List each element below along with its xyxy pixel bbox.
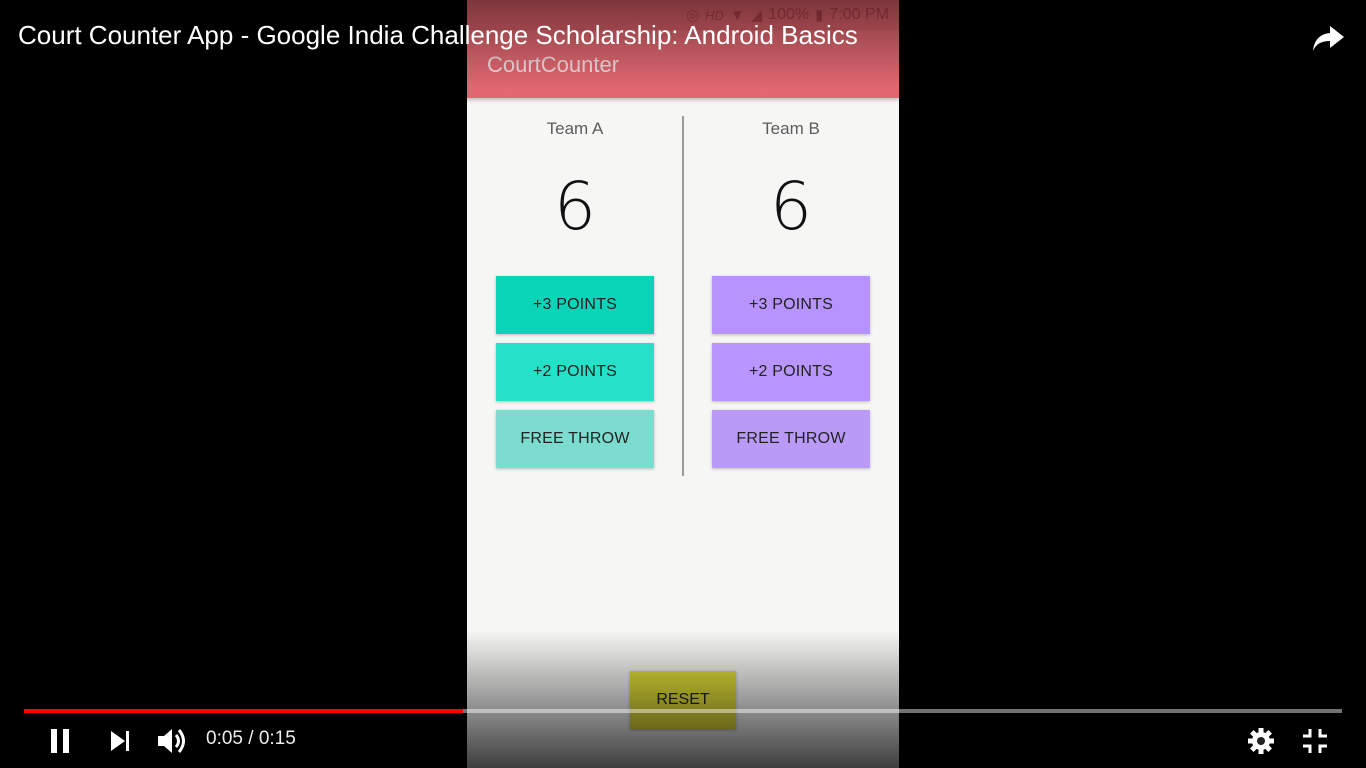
team-divider (682, 116, 684, 476)
team-a-two-points-button[interactable]: +2 POINTS (496, 343, 654, 401)
next-icon[interactable] (104, 724, 136, 758)
team-b-label: Team B (762, 119, 820, 138)
progress-played (24, 709, 464, 713)
app-title: CourtCounter (487, 52, 620, 77)
team-a-three-points-button[interactable]: +3 POINTS (496, 276, 654, 334)
share-icon[interactable] (1308, 18, 1348, 58)
time-display: 0:05 / 0:15 (206, 728, 296, 750)
team-b-three-points-button[interactable]: +3 POINTS (712, 276, 870, 334)
exit-fullscreen-icon[interactable] (1298, 724, 1332, 758)
settings-icon[interactable] (1244, 724, 1278, 758)
app-screen: ◎ HD ▼ ◢ 100% ▮ 7:00 PM CourtCounter Tea… (467, 0, 899, 768)
reset-button[interactable]: RESET (630, 671, 736, 729)
video-title[interactable]: Court Counter App - Google India Challen… (18, 20, 858, 51)
progress-bar[interactable] (24, 709, 1342, 713)
team-a-score: 6 (554, 168, 596, 245)
team-a-free-throw-button[interactable]: FREE THROW (496, 410, 654, 468)
time-separator: / (248, 728, 254, 749)
team-a-label: Team A (546, 119, 604, 138)
pause-icon[interactable] (44, 724, 76, 758)
volume-icon[interactable] (154, 724, 192, 758)
team-b-free-throw-button[interactable]: FREE THROW (712, 410, 870, 468)
team-b-two-points-button[interactable]: +2 POINTS (712, 343, 870, 401)
current-time: 0:05 (206, 728, 243, 749)
team-b-score: 6 (770, 168, 812, 245)
duration: 0:15 (258, 728, 296, 749)
